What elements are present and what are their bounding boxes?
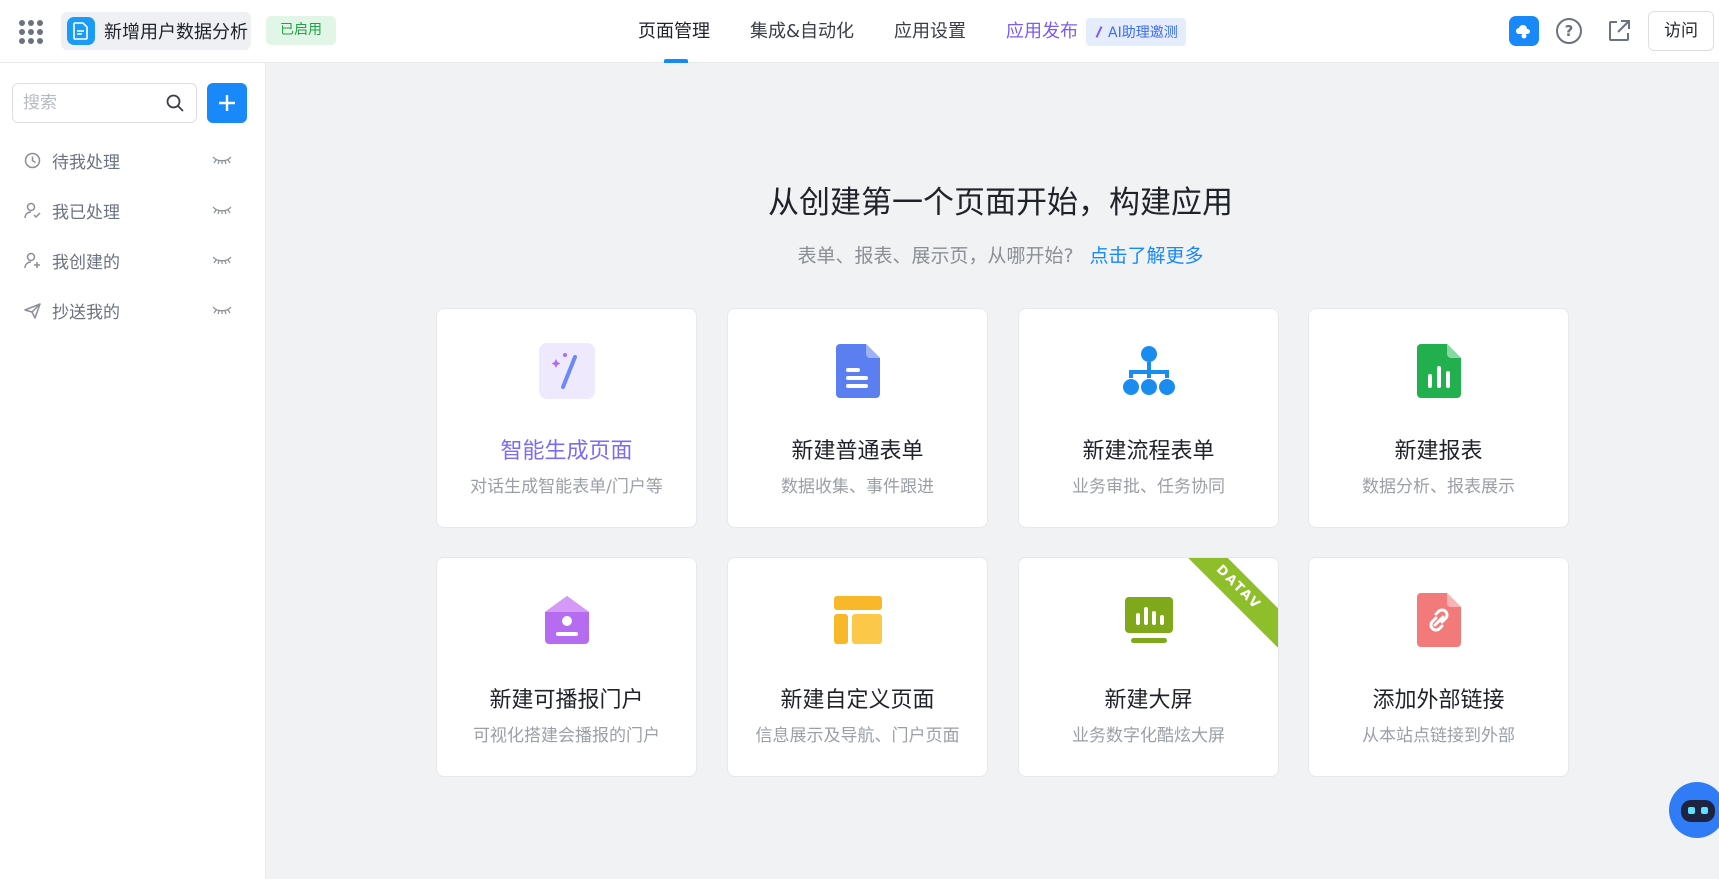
datav-ribbon: DATAV <box>1178 558 1278 648</box>
top-nav: 页面管理 集成&自动化 应用设置 应用发布 AI助理邀测 <box>638 0 1186 63</box>
app-switcher[interactable]: 新增用户数据分析 <box>61 12 251 50</box>
page-title: 从创建第一个页面开始，构建应用 <box>768 185 1233 221</box>
open-external-icon[interactable] <box>1606 18 1632 44</box>
page-subtitle: 表单、报表、展示页，从哪开始? 点击了解更多 <box>266 241 1719 268</box>
card-new-form[interactable]: 新建普通表单 数据收集、事件跟进 <box>727 308 988 528</box>
sidebar: 待我处理 我已处理 我创建的 抄送我的 <box>0 63 266 879</box>
magic-wand-icon <box>539 343 595 399</box>
sidebar-item-label: 我已处理 <box>52 202 120 223</box>
org-flow-icon <box>1121 343 1177 399</box>
user-add-icon <box>24 252 40 268</box>
visit-button[interactable]: 访问 <box>1648 11 1714 51</box>
eye-closed-icon[interactable] <box>211 255 233 265</box>
external-link-icon <box>1411 592 1467 648</box>
sidebar-item-pending[interactable]: 待我处理 <box>0 135 266 185</box>
search-input[interactable] <box>13 84 153 122</box>
eye-closed-icon[interactable] <box>211 205 233 215</box>
form-document-icon <box>830 343 886 399</box>
card-title: 新建大屏 <box>1104 688 1193 713</box>
learn-more-link[interactable]: 点击了解更多 <box>1090 245 1204 267</box>
card-desc: 数据收集、事件跟进 <box>781 477 934 497</box>
card-add-external-link[interactable]: 添加外部链接 从本站点链接到外部 <box>1308 557 1569 777</box>
big-screen-icon <box>1121 592 1177 648</box>
card-desc: 数据分析、报表展示 <box>1362 477 1515 497</box>
subtitle-text: 表单、报表、展示页，从哪开始? <box>797 245 1074 267</box>
sidebar-item-created[interactable]: 我创建的 <box>0 235 266 285</box>
card-title: 新建普通表单 <box>791 439 924 464</box>
main-content: 从创建第一个页面开始，构建应用 表单、报表、展示页，从哪开始? 点击了解更多 智能… <box>266 63 1719 879</box>
add-page-button[interactable] <box>207 83 247 123</box>
card-new-report[interactable]: 新建报表 数据分析、报表展示 <box>1308 308 1569 528</box>
sidebar-item-label: 抄送我的 <box>52 302 120 323</box>
card-title: 新建自定义页面 <box>780 688 935 713</box>
tab-integration-automation[interactable]: 集成&自动化 <box>750 0 854 63</box>
top-bar: 新增用户数据分析 已启用 页面管理 集成&自动化 应用设置 应用发布 AI助理邀… <box>0 0 1719 63</box>
assistant-bot-icon[interactable] <box>1669 782 1719 838</box>
document-icon <box>67 17 95 45</box>
card-ai-generate-page[interactable]: 智能生成页面 对话生成智能表单/门户等 <box>436 308 697 528</box>
card-new-process-form[interactable]: 新建流程表单 业务审批、任务协同 <box>1018 308 1279 528</box>
status-badge: 已启用 <box>266 16 336 45</box>
card-title: 添加外部链接 <box>1372 688 1505 713</box>
app-grid-icon[interactable] <box>19 20 43 44</box>
eye-closed-icon[interactable] <box>211 305 233 315</box>
card-new-big-screen[interactable]: DATAV 新建大屏 业务数字化酷炫大屏 <box>1018 557 1279 777</box>
card-title: 智能生成页面 <box>500 439 633 464</box>
tab-app-publish[interactable]: 应用发布 <box>1006 0 1078 63</box>
home-portal-icon <box>539 592 595 648</box>
ai-tag-label: AI助理邀测 <box>1108 24 1178 41</box>
card-desc: 业务数字化酷炫大屏 <box>1072 726 1225 746</box>
send-icon <box>24 302 41 319</box>
card-title: 新建报表 <box>1394 439 1483 464</box>
search-box[interactable] <box>12 83 197 123</box>
help-icon[interactable]: ? <box>1556 18 1582 44</box>
card-title: 新建可播报门户 <box>489 688 644 713</box>
layout-page-icon <box>830 592 886 648</box>
app-name: 新增用户数据分析 <box>104 22 248 43</box>
card-desc: 可视化搭建会播报的门户 <box>473 726 660 746</box>
card-title: 新建流程表单 <box>1082 439 1215 464</box>
tab-app-settings[interactable]: 应用设置 <box>894 0 966 63</box>
card-desc: 从本站点链接到外部 <box>1362 726 1515 746</box>
plus-icon <box>219 95 235 111</box>
ai-assistant-tag[interactable]: AI助理邀测 <box>1086 17 1186 46</box>
card-new-broadcast-portal[interactable]: 新建可播报门户 可视化搭建会播报的门户 <box>436 557 697 777</box>
card-desc: 业务审批、任务协同 <box>1072 477 1225 497</box>
report-chart-icon <box>1411 343 1467 399</box>
wand-icon <box>1094 26 1104 38</box>
card-new-custom-page[interactable]: 新建自定义页面 信息展示及导航、门户页面 <box>727 557 988 777</box>
sidebar-item-label: 待我处理 <box>52 152 120 173</box>
card-desc: 信息展示及导航、门户页面 <box>755 726 960 746</box>
user-check-icon <box>24 202 41 218</box>
tab-page-management[interactable]: 页面管理 <box>638 0 710 63</box>
sidebar-item-cc[interactable]: 抄送我的 <box>0 285 266 335</box>
search-icon[interactable] <box>166 94 184 112</box>
sidebar-item-label: 我创建的 <box>52 252 120 273</box>
eye-closed-icon[interactable] <box>211 155 233 165</box>
card-desc: 对话生成智能表单/门户等 <box>470 477 663 497</box>
cloud-app-icon[interactable] <box>1509 16 1539 46</box>
clock-icon <box>24 152 41 168</box>
sidebar-item-processed[interactable]: 我已处理 <box>0 185 266 235</box>
